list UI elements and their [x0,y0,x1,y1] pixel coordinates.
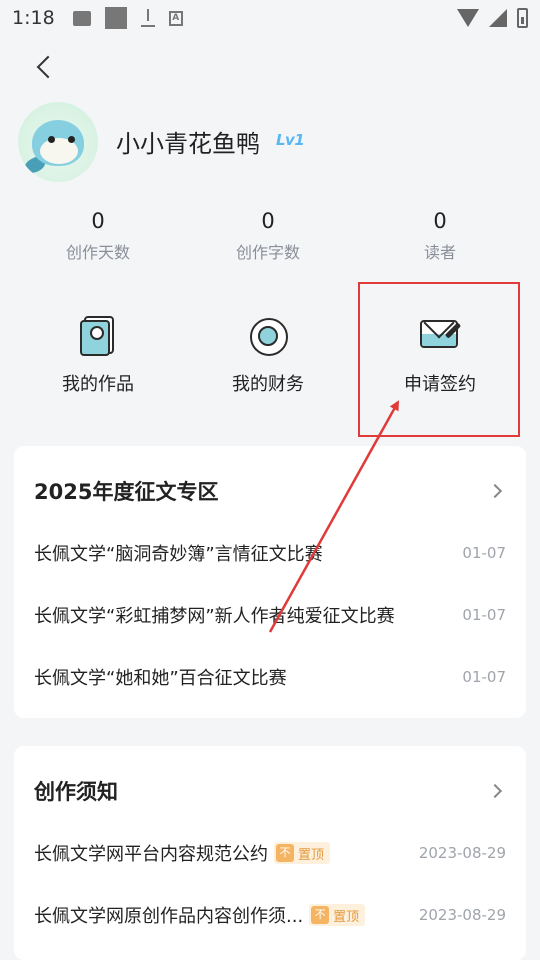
finance-icon [246,314,290,358]
pinned-badge: 不 置顶 [274,842,331,864]
panel-title: 创作须知 [34,780,118,804]
pin-icon: 不 [311,906,330,924]
stat-word-count: 0 创作字数 [198,205,338,263]
item-date: 01-07 [462,606,506,624]
battery-icon [517,8,528,28]
list-item[interactable]: 长佩文学网原创作品内容创作须... 不 置顶 2023-08-29 [34,900,506,930]
my-works-button[interactable]: 我的作品 [18,300,178,396]
item-text: 长佩文学“她和她”百合征文比赛 [34,668,287,689]
works-icon-ring [90,326,104,340]
item-date: 2023-08-29 [418,906,506,924]
stat-value: 0 [91,209,105,233]
chevron-right-icon [487,483,503,499]
pin-icon: 不 [276,844,294,862]
contest-header[interactable]: 2025年度征文专区 [34,476,506,506]
a-icon: A [168,10,183,26]
stats-row: 0 创作天数 0 创作字数 0 读者 [0,205,540,275]
pinned-label: 置顶 [298,847,325,863]
finance-icon-swirl [258,326,278,346]
sign-contract-icon [418,314,462,358]
back-button[interactable] [30,50,64,84]
list-item[interactable]: 长佩文学“她和她”百合征文比赛 01-07 [34,662,506,692]
stat-readers: 0 读者 [370,205,510,263]
list-item[interactable]: 长佩文学“彩虹捕梦网”新人作者纯爱征文比赛 01-07 [34,600,506,630]
stat-value: 0 [433,209,447,233]
list-item[interactable]: 长佩文学网平台内容规范公约 不 置顶 2023-08-29 [34,838,506,868]
item-date: 01-07 [462,544,506,562]
stat-value: 0 [261,209,275,233]
wifi-icon [457,9,479,27]
apply-contract-button[interactable]: 申请签约 [360,300,520,396]
stat-creation-days: 0 创作天数 [28,205,168,263]
quick-actions: 我的作品 我的财务 申请签约 [0,300,540,420]
notice-header[interactable]: 创作须知 [34,776,506,806]
item-text: 长佩文学“彩虹捕梦网”新人作者纯爱征文比赛 [34,606,395,627]
item-text: 长佩文学网平台内容规范公约 [34,844,268,865]
pinned-label: 置顶 [333,909,360,925]
avatar-eye-left [48,136,55,143]
stat-label: 创作天数 [65,243,130,262]
status-bar: 1:18 A [0,0,540,36]
item-date: 2023-08-29 [418,844,506,862]
square-icon [104,7,127,29]
action-label: 申请签约 [404,374,476,395]
stat-label: 读者 [423,243,456,262]
pinned-badge: 不 置顶 [309,904,366,926]
level-badge: Lv1 [276,131,305,149]
chevron-right-icon [487,783,503,799]
image-icon [72,10,91,26]
panel-title: 2025年度征文专区 [34,480,219,504]
download-icon [140,9,155,27]
status-icons-left: A [72,7,183,29]
action-label: 我的财务 [232,374,304,395]
avatar-eye-right [68,136,75,143]
stat-label: 创作字数 [235,243,300,262]
item-text: 长佩文学“脑洞奇妙簿”言情征文比赛 [34,544,323,565]
list-item[interactable]: 长佩文学“脑洞奇妙簿”言情征文比赛 01-07 [34,538,506,568]
item-text: 长佩文学网原创作品内容创作须... [34,906,304,927]
action-label: 我的作品 [62,374,134,395]
signal-icon [489,9,507,27]
notice-panel: 创作须知 长佩文学网平台内容规范公约 不 置顶 2023-08-29 长佩文学网… [14,746,526,960]
username: 小小青花鱼鸭 [116,130,260,158]
status-time: 1:18 [12,7,55,29]
contest-panel: 2025年度征文专区 长佩文学“脑洞奇妙簿”言情征文比赛 01-07 长佩文学“… [14,446,526,718]
status-icons-right [457,8,528,28]
my-finance-button[interactable]: 我的财务 [188,300,348,396]
avatar[interactable] [18,102,98,182]
works-icon [76,314,120,358]
item-date: 01-07 [462,668,506,686]
